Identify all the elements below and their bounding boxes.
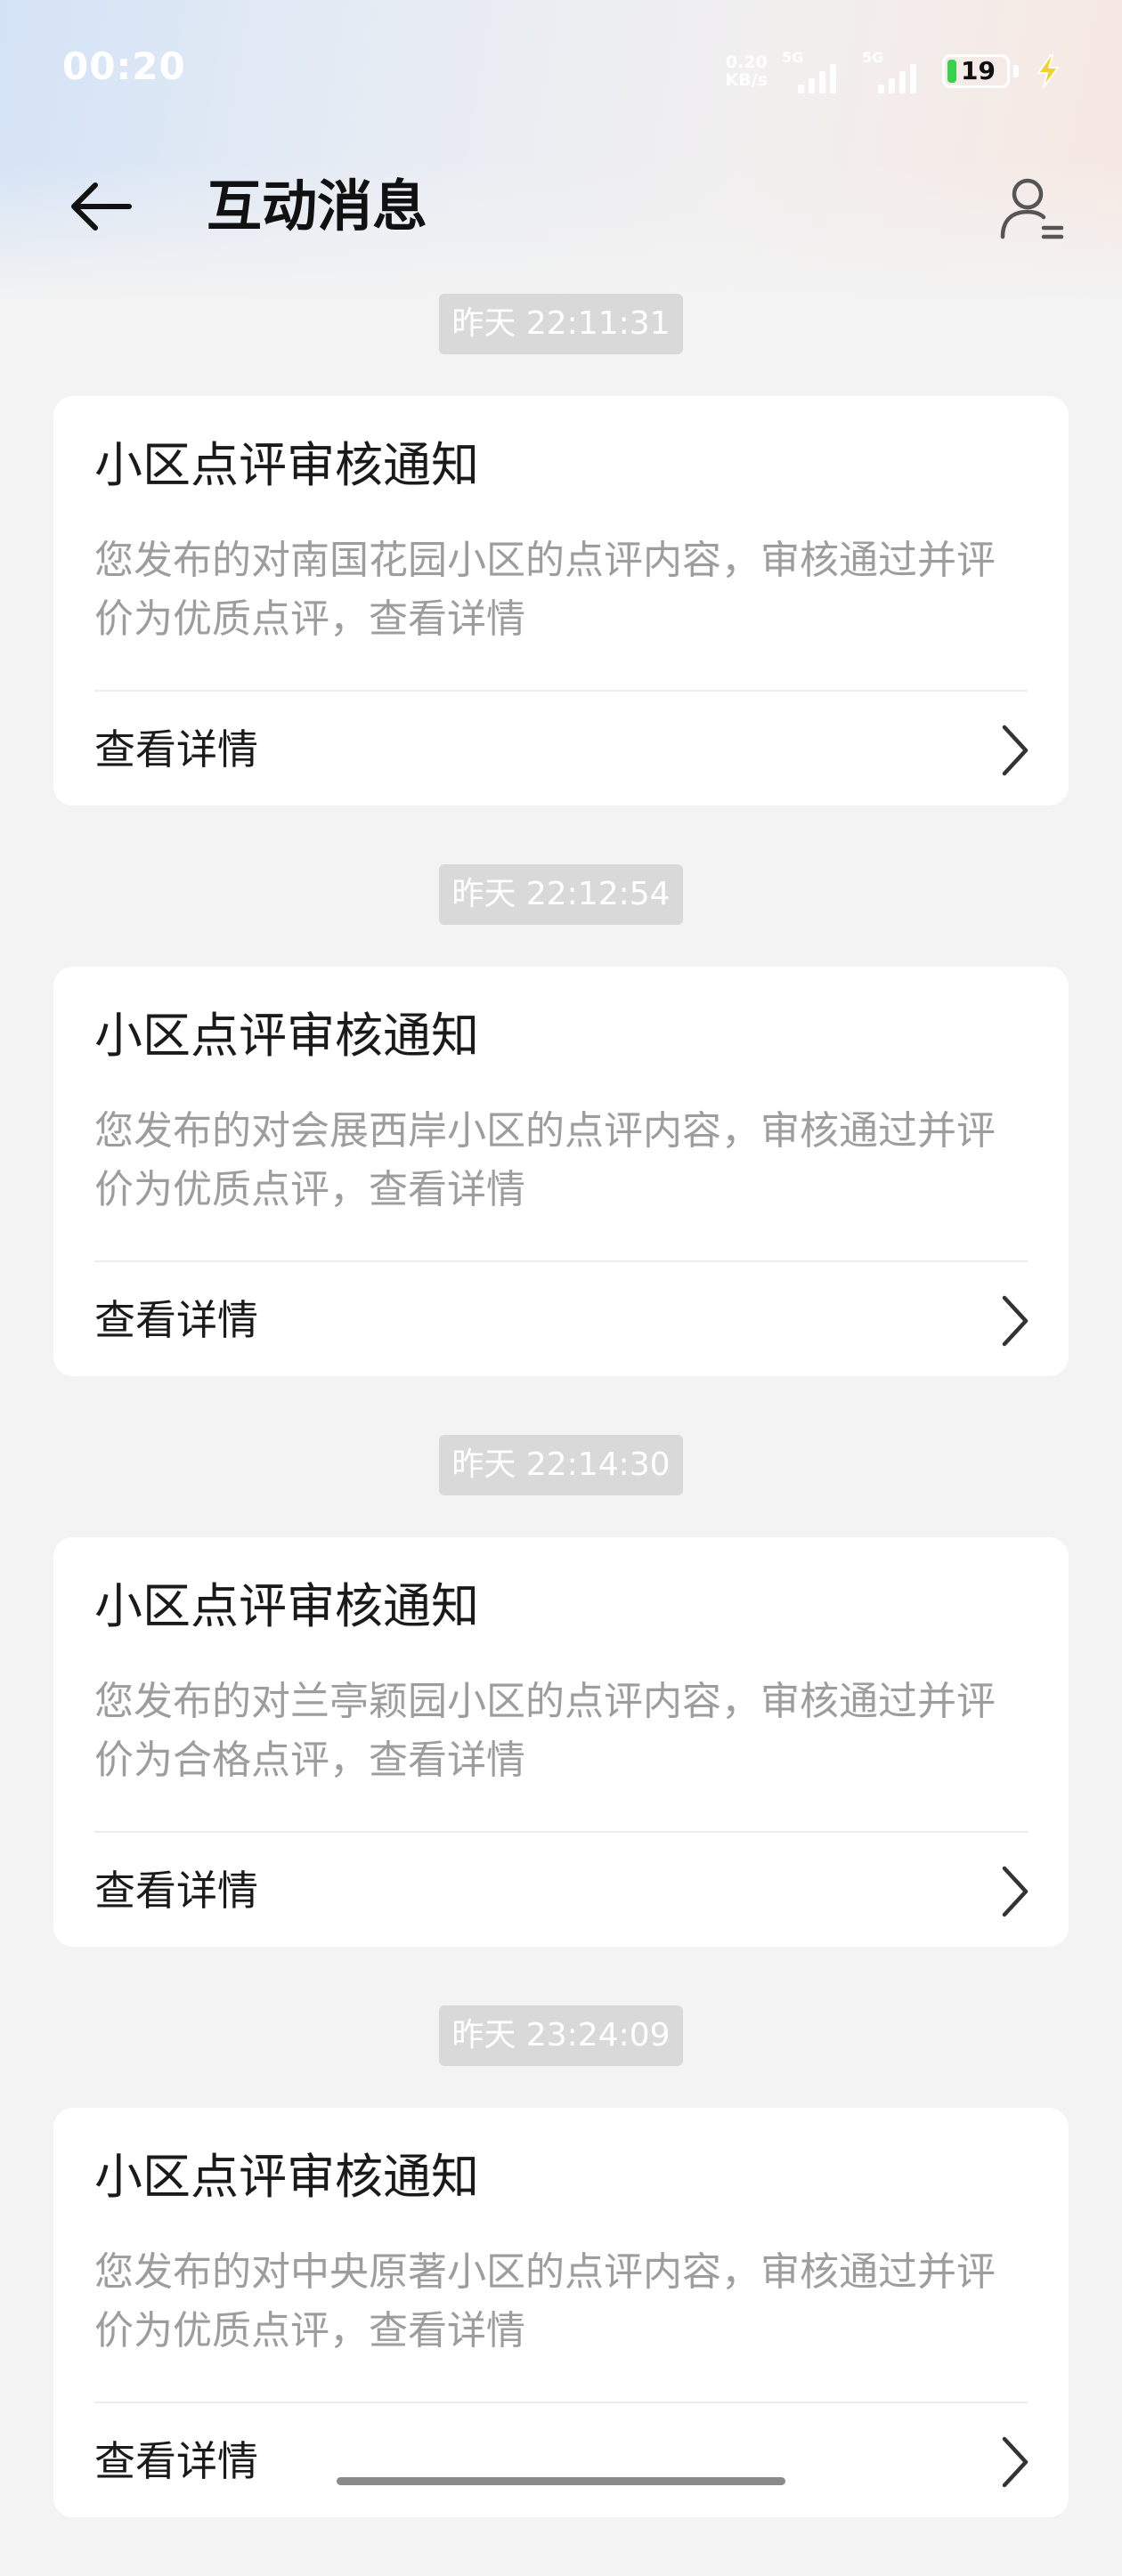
message-title: 小区点评审核通知 [94, 1008, 479, 1064]
back-button[interactable] [62, 169, 137, 244]
chevron-right-icon [1002, 725, 1028, 776]
signal-bars-icon [878, 64, 916, 93]
message-timestamp: 昨天 22:11:31 [439, 294, 683, 354]
view-details-link[interactable]: 查看详情 [53, 1262, 1069, 1376]
message-title: 小区点评审核通知 [94, 2149, 479, 2205]
view-details-label: 查看详情 [94, 725, 258, 774]
message-body: 您发布的对南国花园小区的点评内容，审核通过并评价为优质点评，查看详情 [94, 538, 996, 642]
message-body: 您发布的对会展西岸小区的点评内容，审核通过并评价为优质点评，查看详情 [94, 1108, 996, 1212]
lightning-icon [1033, 53, 1063, 89]
page-title: 互动消息 [207, 174, 428, 239]
signal-bars-icon [798, 64, 836, 93]
message-card: 小区点评审核通知 您发布的对会展西岸小区的点评内容，审核通过并评价为优质点评，查… [53, 967, 1069, 1376]
profile-button[interactable] [992, 167, 1072, 247]
message-card: 小区点评审核通知 您发布的对兰亭颖园小区的点评内容，审核通过并评价为合格点评，查… [53, 1537, 1069, 1947]
home-indicator[interactable] [337, 2477, 785, 2485]
user-settings-icon [1000, 178, 1064, 239]
message-timestamp: 昨天 22:12:54 [439, 864, 683, 925]
chevron-right-icon [1002, 2436, 1028, 2488]
message-body: 您发布的对兰亭颖园小区的点评内容，审核通过并评价为合格点评，查看详情 [94, 1679, 996, 1783]
battery-fill [947, 60, 956, 83]
message-item: 昨天 22:11:31 小区点评审核通知 您发布的对南国花园小区的点评内容，审核… [0, 294, 1122, 864]
message-title: 小区点评审核通知 [94, 1578, 479, 1634]
message-card: 小区点评审核通知 您发布的对中央原著小区的点评内容，审核通过并评价为优质点评，查… [53, 2108, 1069, 2517]
status-bar: 00:20 0.20 KB/s 5G 5G 19 [0, 0, 1122, 138]
battery-icon: 19 [942, 54, 1010, 88]
view-details-link[interactable]: 查看详情 [53, 2403, 1069, 2517]
view-details-label: 查看详情 [94, 2437, 258, 2485]
status-indicators: 0.20 KB/s 5G 5G 19 [726, 46, 1063, 96]
message-item: 昨天 22:14:30 小区点评审核通知 您发布的对兰亭颖园小区的点评内容，审核… [0, 1435, 1122, 2005]
message-timestamp: 昨天 22:14:30 [439, 1435, 683, 1495]
chevron-right-icon [1002, 1866, 1028, 1917]
app-header: 互动消息 [0, 151, 1122, 258]
network-speed-unit: KB/s [725, 70, 768, 90]
timestamp-row: 昨天 23:24:09 [0, 2005, 1122, 2066]
timestamp-row: 昨天 22:11:31 [0, 294, 1122, 354]
message-card: 小区点评审核通知 您发布的对南国花园小区的点评内容，审核通过并评价为优质点评，查… [53, 396, 1069, 806]
message-item: 昨天 23:24:09 小区点评审核通知 您发布的对中央原著小区的点评内容，审核… [0, 2005, 1122, 2576]
chevron-right-icon [1002, 1295, 1028, 1347]
network-speed-value: 0.20 [725, 53, 768, 72]
arrow-left-icon [71, 182, 132, 231]
message-list: 昨天 22:11:31 小区点评审核通知 您发布的对南国花园小区的点评内容，审核… [0, 294, 1122, 2576]
battery-level: 19 [961, 56, 996, 85]
network-speed: 0.20 KB/s [726, 53, 768, 89]
view-details-link[interactable]: 查看详情 [53, 1833, 1069, 1947]
signal-2: 5G [862, 49, 928, 93]
battery-cap [1013, 65, 1019, 77]
timestamp-row: 昨天 22:14:30 [0, 1435, 1122, 1495]
message-timestamp: 昨天 23:24:09 [439, 2005, 683, 2066]
signal-1: 5G [782, 49, 848, 93]
status-time: 00:20 [62, 45, 186, 88]
message-item: 昨天 22:12:54 小区点评审核通知 您发布的对会展西岸小区的点评内容，审核… [0, 864, 1122, 1435]
message-title: 小区点评审核通知 [94, 437, 479, 493]
view-details-link[interactable]: 查看详情 [53, 692, 1069, 806]
timestamp-row: 昨天 22:12:54 [0, 864, 1122, 925]
view-details-label: 查看详情 [94, 1867, 258, 1915]
view-details-label: 查看详情 [94, 1296, 258, 1344]
message-body: 您发布的对中央原著小区的点评内容，审核通过并评价为优质点评，查看详情 [94, 2249, 996, 2353]
